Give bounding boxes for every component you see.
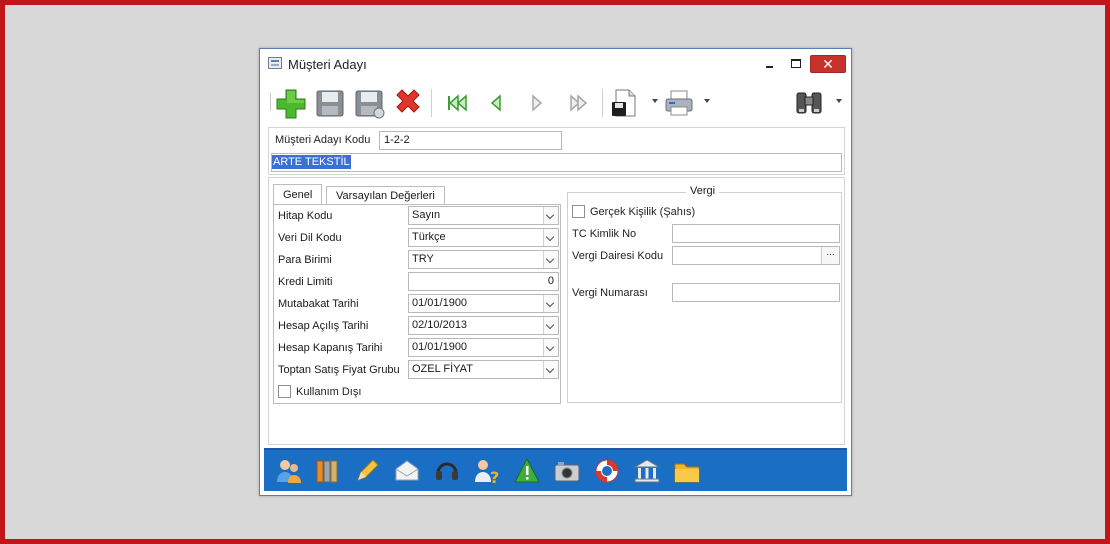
toolbar-grip[interactable] [270, 93, 272, 111]
next-record-icon[interactable] [520, 87, 554, 119]
close-button[interactable]: ✕ [810, 55, 846, 73]
help-person-icon[interactable]: ? [472, 456, 502, 486]
genel-panel: Hitap Kodu Sayın Veri Dil Kodu Türkçe Pa… [273, 204, 561, 404]
print-icon[interactable] [662, 87, 696, 119]
contacts-icon[interactable] [274, 456, 304, 486]
para-label: Para Birimi [278, 254, 332, 266]
veridil-select[interactable]: Türkçe [408, 228, 559, 247]
vergi-group: Vergi Gerçek Kişilik (Şahıs) TC Kimlik N… [567, 185, 842, 403]
bottom-toolbar: ? [264, 448, 847, 491]
mutabakat-value: 01/01/1900 [412, 297, 468, 309]
minimize-button[interactable] [762, 55, 778, 73]
warning-icon[interactable] [512, 456, 542, 486]
browse-button[interactable]: ... [821, 247, 839, 264]
veridil-value: Türkçe [412, 231, 446, 243]
pencil-icon[interactable] [352, 456, 382, 486]
mutabakat-date[interactable]: 01/01/1900 [408, 294, 559, 313]
tab-genel[interactable]: Genel [273, 184, 323, 205]
header-panel: Müşteri Adayı Kodu 1-2-2 ARTE TEKSTİL [268, 127, 845, 175]
acilis-label: Hesap Açılış Tarihi [278, 320, 369, 332]
toptan-label: Toptan Satış Fiyat Grubu [278, 364, 400, 376]
code-field[interactable]: 1-2-2 [379, 131, 562, 150]
toolbar-separator [602, 89, 603, 117]
chevron-down-icon[interactable] [543, 229, 558, 246]
close-icon: ✕ [822, 56, 834, 72]
kapanis-date[interactable]: 01/01/1900 [408, 338, 559, 357]
tab-varsayilan-label: Varsayılan Değerleri [336, 190, 435, 202]
acilis-value: 02/10/2013 [412, 319, 468, 331]
save-icon[interactable] [313, 87, 347, 119]
print-dropdown[interactable] [704, 99, 710, 103]
name-field[interactable]: ARTE TEKSTİL [271, 153, 842, 172]
add-icon[interactable] [274, 87, 308, 119]
tc-kimlik-label: TC Kimlik No [572, 228, 637, 240]
binoculars-icon[interactable] [792, 87, 826, 119]
toptan-select[interactable]: OZEL FİYAT [408, 360, 559, 379]
toolbar [266, 81, 845, 125]
vergi-title: Vergi [686, 185, 720, 197]
gercek-kisilik-label: Gerçek Kişilik (Şahıs) [590, 206, 696, 218]
camera-icon[interactable] [552, 456, 582, 486]
musteri-adayi-window: Müşteri Adayı ✕ Müşteri Adayı Kodu 1-2-2… [259, 48, 852, 496]
acilis-date[interactable]: 02/10/2013 [408, 316, 559, 335]
kullanim-disi-label: Kullanım Dışı [296, 386, 362, 398]
para-select[interactable]: TRY [408, 250, 559, 269]
toptan-value: OZEL FİYAT [412, 363, 473, 375]
save-as-icon[interactable] [352, 87, 386, 119]
search-dropdown[interactable] [836, 99, 842, 103]
kapanis-value: 01/01/1900 [412, 341, 468, 353]
headset-icon[interactable] [432, 456, 462, 486]
kredi-field[interactable]: 0 [408, 272, 559, 291]
para-value: TRY [412, 253, 434, 265]
first-record-icon[interactable] [442, 87, 476, 119]
veridil-label: Veri Dil Kodu [278, 232, 342, 244]
chevron-down-icon[interactable] [543, 251, 558, 268]
chevron-down-icon[interactable] [543, 361, 558, 378]
save-document-icon[interactable] [608, 87, 642, 119]
tab-varsayilan-degerleri[interactable]: Varsayılan Değerleri [326, 186, 445, 205]
chevron-down-icon[interactable] [543, 339, 558, 356]
chevron-down-icon[interactable] [543, 317, 558, 334]
lifebuoy-icon[interactable] [592, 456, 622, 486]
kullanim-disi-checkbox[interactable] [278, 385, 291, 398]
vergi-numarasi-field[interactable] [672, 283, 840, 302]
vergi-numarasi-label: Vergi Numarası [572, 287, 648, 299]
binders-icon[interactable] [312, 456, 342, 486]
mutabakat-label: Mutabakat Tarihi [278, 298, 359, 310]
svg-text:?: ? [490, 468, 499, 486]
bank-icon[interactable] [632, 456, 662, 486]
name-field-text: ARTE TEKSTİL [272, 155, 351, 169]
main-panel: Genel Varsayılan Değerleri Hitap Kodu Sa… [268, 177, 845, 445]
chevron-down-icon[interactable] [543, 295, 558, 312]
form-icon [268, 57, 282, 69]
last-record-icon[interactable] [561, 87, 595, 119]
tc-kimlik-field[interactable] [672, 224, 840, 243]
title-bar[interactable]: Müşteri Adayı ✕ [260, 49, 851, 79]
folder-icon[interactable] [672, 456, 702, 486]
code-label: Müşteri Adayı Kodu [275, 134, 371, 146]
maximize-button[interactable] [788, 55, 804, 73]
chevron-down-icon[interactable] [543, 207, 558, 224]
hitap-select[interactable]: Sayın [408, 206, 559, 225]
save-document-dropdown[interactable] [652, 99, 658, 103]
hitap-label: Hitap Kodu [278, 210, 333, 222]
gercek-kisilik-checkbox[interactable] [572, 205, 585, 218]
tab-genel-label: Genel [283, 189, 313, 201]
vergi-dairesi-label: Vergi Dairesi Kodu [572, 250, 664, 262]
kapanis-label: Hesap Kapanış Tarihi [278, 342, 383, 354]
envelope-icon[interactable] [392, 456, 422, 486]
previous-record-icon[interactable] [480, 87, 514, 119]
kredi-label: Kredi Limiti [278, 276, 333, 288]
hitap-value: Sayın [412, 209, 441, 221]
delete-icon[interactable] [391, 87, 425, 119]
vergi-dairesi-field[interactable]: ... [672, 246, 840, 265]
window-title: Müşteri Adayı [288, 57, 367, 72]
toolbar-separator [431, 89, 432, 117]
